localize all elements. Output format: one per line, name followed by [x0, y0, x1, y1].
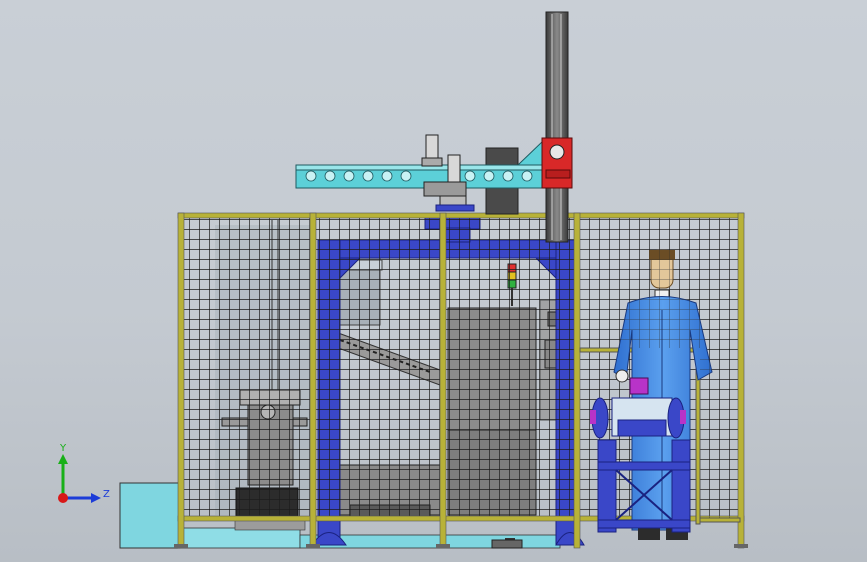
axis-triad-icon [58, 454, 101, 503]
vertical-column [545, 11, 569, 243]
fence-mesh-upper-right [582, 218, 738, 348]
cad-viewport[interactable]: Y Z [0, 0, 867, 562]
triad-y-label: Y [60, 443, 67, 454]
fence-mesh-right [700, 352, 738, 518]
cad-scene [119, 11, 748, 549]
red-carriage [541, 137, 573, 189]
triad-x-axis [58, 493, 68, 503]
triad-z-label: Z [103, 489, 110, 500]
